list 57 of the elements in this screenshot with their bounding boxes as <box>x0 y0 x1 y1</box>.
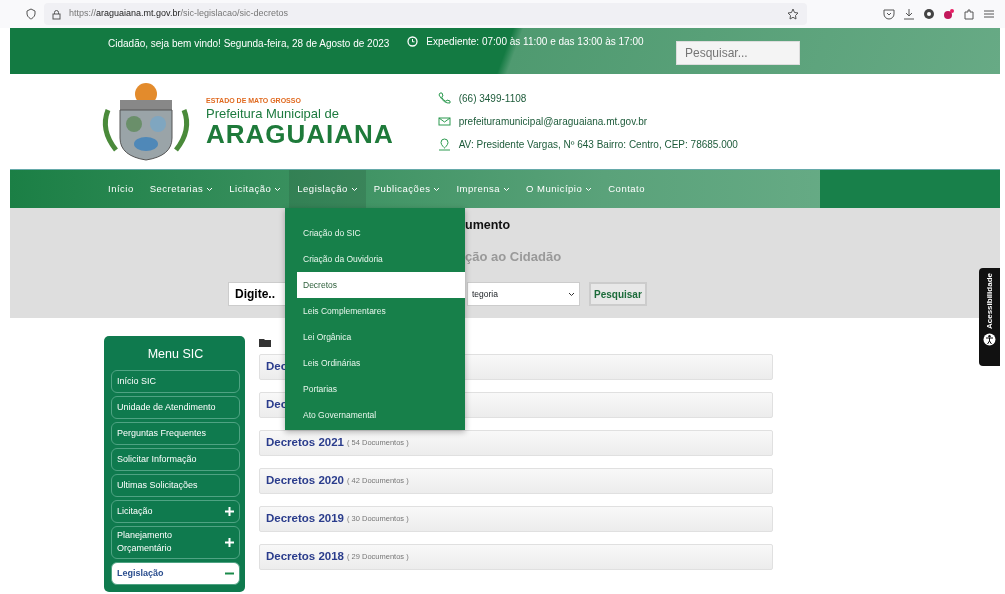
category-select[interactable]: tegoria <box>467 282 580 307</box>
envelope-icon <box>437 115 451 128</box>
search-button[interactable]: Pesquisar <box>589 282 647 307</box>
sidebar-item[interactable]: Licitação <box>111 499 240 523</box>
contact-text: AV: Presidente Vargas, Nº 643 Bairro: Centro, CEP: 78685.000 <box>458 138 738 152</box>
folder-title[interactable]: Decretos 2019 <box>266 510 344 528</box>
bookmark-star-icon[interactable] <box>787 8 799 20</box>
sidebar-item[interactable]: Ultimas Solicitações <box>111 473 240 497</box>
contact-text: (66) 3499-1108 <box>458 92 527 106</box>
extensions-icon[interactable] <box>963 8 975 20</box>
page-subtitle: ção ao Cidadão <box>465 248 562 264</box>
city-name: ARAGUAIANA <box>206 120 394 147</box>
extension-icon[interactable] <box>923 8 935 20</box>
dropdown-item[interactable]: Leis Complementares <box>297 298 465 324</box>
dropdown-item[interactable]: Decretos <box>297 272 465 298</box>
nav-link[interactable]: Legislação <box>289 170 366 208</box>
sidebar-item[interactable]: Início SIC <box>111 369 240 393</box>
url-text: https://araguaiana.mt.gov.br/sic-legislacao/sic-decretos <box>69 7 288 21</box>
greeting-text: Cidadão, seja bem vindo! Segunda-feira, 28 de Agosto de 2023 <box>108 37 390 51</box>
subtitle-text: Prefeitura Municipal de <box>206 106 340 121</box>
accessibility-tab[interactable]: Acessibilidade <box>979 268 1000 366</box>
folder-title[interactable]: Decretos 2021 <box>266 434 344 452</box>
address-bar[interactable]: https://araguaiana.mt.gov.br/sic-legislacao/sic-decretos <box>44 3 807 25</box>
accessibility-icon <box>983 333 996 347</box>
nav-link[interactable]: Licitação <box>221 170 290 208</box>
clock-icon <box>407 36 419 47</box>
chevron-down-icon <box>568 291 575 297</box>
search-field[interactable]: Pesquisar... <box>676 41 800 65</box>
page-title: umento <box>465 218 511 232</box>
nav-link[interactable]: Início <box>100 170 142 208</box>
sidebar-item[interactable]: Unidade de Atendimento <box>111 395 240 419</box>
nav-link[interactable]: Imprensa <box>448 170 519 208</box>
sidebar-title: Menu SIC <box>146 346 205 363</box>
lock-icon <box>52 8 61 20</box>
sidebar-item[interactable]: Legislação <box>111 561 240 585</box>
nav-link[interactable]: Publicações <box>365 170 449 208</box>
dropdown-item[interactable]: Criação da Ouvidoria <box>297 246 465 272</box>
pocket-icon[interactable] <box>883 8 895 20</box>
folder-icon <box>259 338 272 348</box>
dropdown-item[interactable]: Criação do SIC <box>297 220 465 246</box>
map-pin-icon <box>437 138 451 151</box>
nav-link[interactable]: O Município <box>518 170 601 208</box>
sidebar-item[interactable]: Solicitar Informação <box>111 447 240 471</box>
dropdown-item[interactable]: Lei Orgânica <box>297 324 465 350</box>
folder-title[interactable]: Decretos 2018 <box>266 548 344 566</box>
nav-link[interactable]: Contato <box>600 170 653 208</box>
extension-icon[interactable] <box>943 8 955 20</box>
sidebar-item[interactable]: Planejamento Orçamentário <box>111 525 240 559</box>
download-icon[interactable] <box>903 8 915 20</box>
folder-title[interactable]: Decretos 2020 <box>266 472 344 490</box>
shield-icon[interactable] <box>26 8 36 20</box>
sidebar-item[interactable]: Perguntas Frequentes <box>111 421 240 445</box>
contact-text: prefeituramunicipal@araguaiana.mt.gov.br <box>458 115 648 129</box>
nav-link[interactable]: Secretarias <box>141 170 222 208</box>
phone-icon <box>437 92 451 105</box>
opening-hours-text: Expediente: 07:00 às 11:00 e das 13:00 às 17:00 <box>426 35 644 49</box>
accessibility-label: Acessibilidade <box>983 273 995 330</box>
